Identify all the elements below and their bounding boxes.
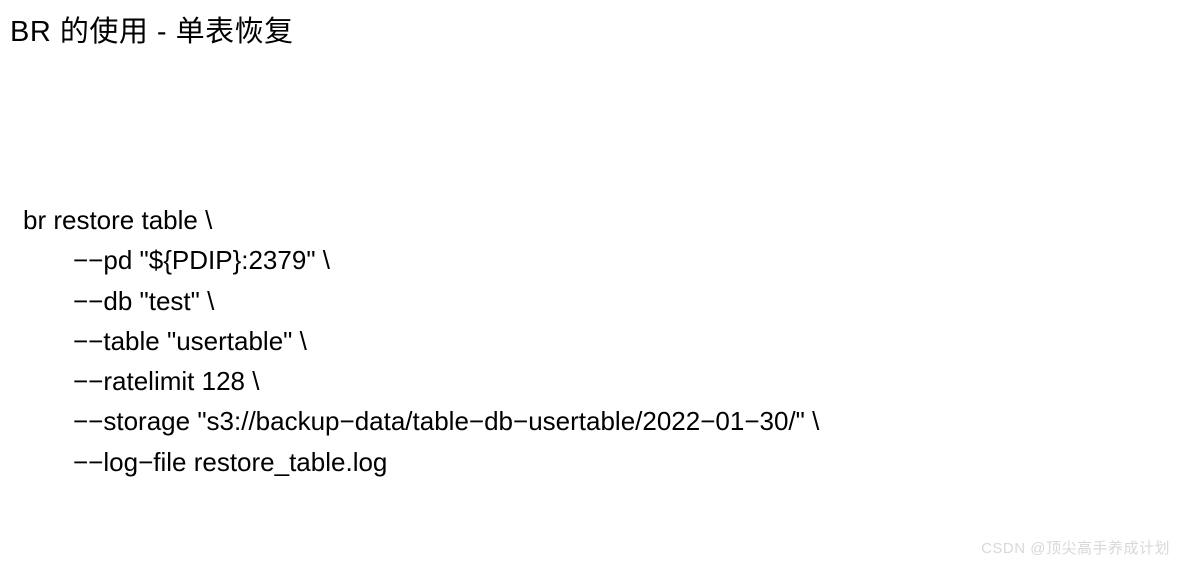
code-block: br restore table \ −−pd "${PDIP}:2379" \… — [23, 200, 1178, 482]
code-line-7: −−log−file restore_table.log — [23, 442, 1178, 482]
code-line-6: −−storage "s3://backup−data/table−db−use… — [23, 401, 1178, 441]
code-line-3: −−db "test" \ — [23, 281, 1178, 321]
code-line-1: br restore table \ — [23, 200, 1178, 240]
page-title: BR 的使用 - 单表恢复 — [0, 0, 1178, 50]
code-line-2: −−pd "${PDIP}:2379" \ — [23, 240, 1178, 280]
code-line-4: −−table "usertable" \ — [23, 321, 1178, 361]
watermark: CSDN @顶尖高手养成计划 — [981, 537, 1170, 558]
code-line-5: −−ratelimit 128 \ — [23, 361, 1178, 401]
